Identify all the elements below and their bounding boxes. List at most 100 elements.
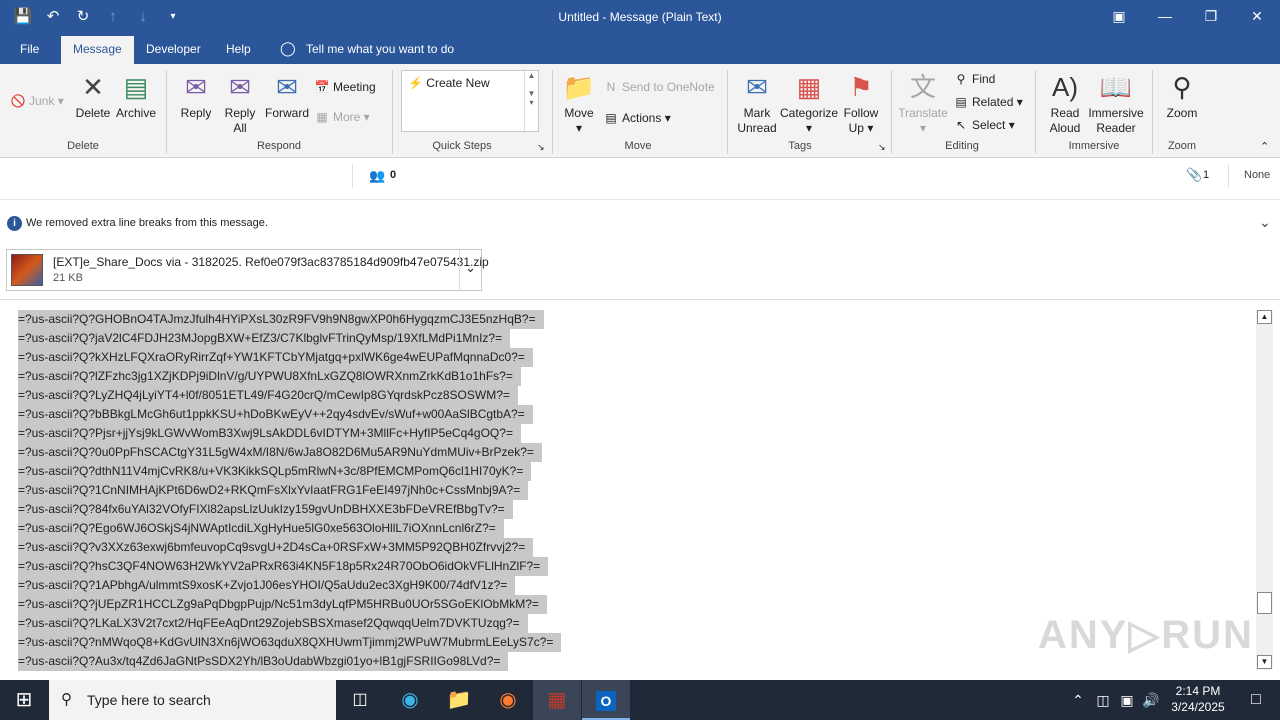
tab-message[interactable]: Message — [61, 36, 134, 64]
categorize-button[interactable]: ▦ Categorize ▾ — [780, 70, 838, 136]
body-text-line[interactable]: =?us-ascii?Q?Ego6WJ6OSkjS4jNWAptIcdiLXgH… — [18, 519, 504, 538]
scroll-thumb[interactable] — [1257, 592, 1272, 614]
outlook-icon[interactable]: O — [582, 680, 630, 720]
mark-unread-label-2: Unread — [737, 121, 777, 135]
file-explorer-icon[interactable]: 📁 — [435, 680, 483, 720]
read-aloud-icon: A) — [1052, 72, 1078, 102]
taskbar-search[interactable]: ⚲ Type here to search — [49, 680, 336, 720]
quick-step-create-new[interactable]: ⚡ Create New — [408, 76, 490, 90]
tab-file[interactable]: File — [20, 42, 39, 56]
body-text-line[interactable]: =?us-ascii?Q?bBBkgLMcGh6ut1ppkKSU+hDoBKw… — [18, 405, 533, 424]
find-button[interactable]: ⚲ Find — [953, 72, 996, 86]
minimize-button[interactable]: — — [1142, 0, 1188, 33]
body-text-line[interactable]: =?us-ascii?Q?LKaLX3V2t7cxt2/HqFEeAqDnt29… — [18, 614, 528, 633]
scroll-up-icon[interactable]: ▲ — [1257, 310, 1272, 324]
search-icon: ⚲ — [61, 691, 72, 708]
junk-button[interactable]: 🚫 Junk ▾ — [10, 94, 64, 108]
delete-button[interactable]: ✕ Delete — [72, 70, 114, 121]
mark-unread-button[interactable]: ✉ Mark Unread — [735, 70, 779, 136]
gallery-scrollbar[interactable]: ▲ ▼ ▾ — [524, 71, 538, 131]
reply-all-label-1: Reply — [224, 106, 256, 120]
body-text-line[interactable]: =?us-ascii?Q?jUEpZR1HCCLZg9aPqDbgpPujp/N… — [18, 595, 547, 614]
categorize-label: Categorize — [780, 106, 839, 120]
calendar-icon: 📅 — [314, 80, 330, 94]
clock-time: 2:14 PM — [1175, 684, 1221, 698]
body-text-line[interactable]: =?us-ascii?Q?v3XXz63exwj6bmfeuvopCq9svgU… — [18, 538, 534, 557]
quick-steps-gallery[interactable]: ⚡ Create New ▲ ▼ ▾ — [401, 70, 539, 132]
notifications-icon[interactable]: □ — [1232, 680, 1280, 720]
quick-steps-launcher-icon[interactable]: ↘ — [537, 142, 545, 153]
group-immersive-label: Immersive — [1068, 140, 1120, 152]
collapse-ribbon-icon[interactable]: ⌃ — [1260, 140, 1269, 153]
read-aloud-button[interactable]: A) Read Aloud — [1043, 70, 1087, 136]
body-text-line[interactable]: =?us-ascii?Q?kXHzLFQXraORyRirrZqf+YW1KFT… — [18, 348, 533, 367]
body-text-line[interactable]: =?us-ascii?Q?1CnNIMHAjKPt6D6wD2+RKQmFsXl… — [18, 481, 529, 500]
close-button[interactable]: ✕ — [1234, 0, 1280, 33]
body-text-line[interactable]: =?us-ascii?Q?Pjsr+jjYsj9kLGWvWomB3Xwj9Ls… — [18, 424, 521, 443]
ribbon-display-icon[interactable]: ▣ — [1096, 0, 1142, 33]
body-text-line[interactable]: =?us-ascii?Q?1APbhgA/ulmmtS9xosK+Zvjo1J0… — [18, 576, 516, 595]
body-text-line[interactable]: =?us-ascii?Q?GHOBnO4TAJmzJfulh4HYiPXsL30… — [18, 310, 544, 329]
related-button[interactable]: ▤ Related ▾ — [953, 95, 1022, 109]
vertical-scrollbar[interactable]: ▲ ▼ — [1256, 310, 1273, 670]
send-onenote-label: Send to OneNote — [622, 80, 715, 94]
zip-archive-icon — [11, 254, 43, 286]
zoom-button[interactable]: ⚲ Zoom — [1160, 70, 1204, 121]
scroll-down-icon[interactable]: ▼ — [1257, 655, 1272, 669]
actions-button[interactable]: ▤ Actions ▾ — [603, 111, 670, 125]
body-text-line[interactable]: =?us-ascii?Q?Au3x/tq4Zd6JaGNtPsSDX2Yh/lB… — [18, 652, 509, 671]
tab-help[interactable]: Help — [226, 42, 251, 56]
body-text-line[interactable]: =?us-ascii?Q?jaV2lC4FDJH23MJopgBXW+EfZ3/… — [18, 329, 511, 348]
body-text-line[interactable]: =?us-ascii?Q?0u0PpFhSCACtgY31L5gW4xM/I8N… — [18, 443, 542, 462]
body-text-line[interactable]: =?us-ascii?Q?dthN11V4mjCvRK8/u+VK3KikkSQ… — [18, 462, 532, 481]
reply-all-button[interactable]: ✉ Reply All — [220, 70, 260, 136]
group-separator — [891, 70, 892, 154]
attachment-card[interactable]: [EXT]e_Share_Docs via - 3182025. Ref0e07… — [6, 249, 489, 291]
tab-developer[interactable]: Developer — [146, 42, 201, 56]
select-button[interactable]: ↖ Select ▾ — [953, 118, 1015, 132]
notice-text: We removed extra line breaks from this m… — [26, 217, 268, 229]
network-device-icon[interactable]: ◫ — [1092, 680, 1114, 720]
clock[interactable]: 2:14 PM 3/24/2025 — [1166, 683, 1230, 715]
body-text-line[interactable]: =?us-ascii?Q?LyZHQ4jLyiYT4+l0f/8051ETL49… — [18, 386, 518, 405]
select-icon: ↖ — [955, 118, 967, 132]
archive-button[interactable]: ▤ Archive — [114, 70, 158, 121]
more-button[interactable]: ▦ More ▾ — [314, 110, 369, 124]
sensitivity-label[interactable]: None — [1244, 169, 1270, 181]
zoom-icon: ⚲ — [1172, 72, 1192, 102]
move-label: Move — [564, 106, 594, 120]
body-text-line[interactable]: =?us-ascii?Q?lZFzhc3jg1XZjKDPj9iDlnV/g/U… — [18, 367, 521, 386]
reply-button[interactable]: ✉ Reply — [176, 70, 216, 121]
delete-label: Delete — [75, 106, 111, 120]
network-icon[interactable]: ▣ — [1116, 680, 1138, 720]
group-delete-label: Delete — [67, 140, 99, 152]
forward-button[interactable]: ✉ Forward — [263, 70, 311, 121]
maximize-button[interactable]: ❐ — [1188, 0, 1234, 33]
follow-up-button[interactable]: ⚑ Follow Up ▾ — [840, 70, 882, 136]
body-text-line[interactable]: =?us-ascii?Q?nMWqoQ8+KdGvUlN3Xn6jWO63qdu… — [18, 633, 562, 652]
immersive-reader-button[interactable]: 📖 Immersive Reader — [1088, 70, 1144, 136]
winrar-icon[interactable]: ▦ — [533, 680, 581, 720]
tray-chevron-icon[interactable]: ⌃ — [1066, 680, 1090, 720]
volume-icon[interactable]: 🔊 — [1140, 680, 1162, 720]
move-button[interactable]: 📁 Move ▾ — [559, 70, 599, 136]
meeting-button[interactable]: 📅 Meeting — [314, 80, 376, 94]
reply-all-label-2: All — [233, 121, 247, 135]
title-bar: 💾 ↶ ↻ ↑ ↓ ▾ Untitled - Message (Plain Te… — [0, 0, 1280, 33]
flag-icon: ⚑ — [849, 72, 873, 102]
attachment-chevron-icon[interactable]: ⌄ — [465, 260, 476, 276]
firefox-icon[interactable]: ◉ — [484, 680, 532, 720]
chevron-down-icon[interactable]: ⌄ — [1259, 214, 1271, 231]
body-text-line[interactable]: =?us-ascii?Q?hsC3QF4NOW63H2WkYV2aPRxR63i… — [18, 557, 549, 576]
send-to-onenote-button[interactable]: N Send to OneNote — [603, 80, 715, 94]
windows-start-icon[interactable]: ⊞ — [0, 680, 48, 720]
tags-launcher-icon[interactable]: ↘ — [878, 142, 886, 153]
body-text-line[interactable]: =?us-ascii?Q?84fx6uYAl32VOfyFIXl82apsLlz… — [18, 500, 513, 519]
attachment-count: 1 — [1203, 169, 1210, 181]
translate-button[interactable]: 文 Translate ▾ — [898, 70, 948, 136]
edge-icon[interactable]: ◉ — [386, 680, 434, 720]
task-view-icon[interactable]: ◫ — [336, 680, 384, 720]
group-respond-label: Respond — [256, 140, 302, 152]
tell-me-search[interactable]: Tell me what you want to do — [306, 42, 454, 56]
delete-icon: ✕ — [82, 72, 104, 102]
